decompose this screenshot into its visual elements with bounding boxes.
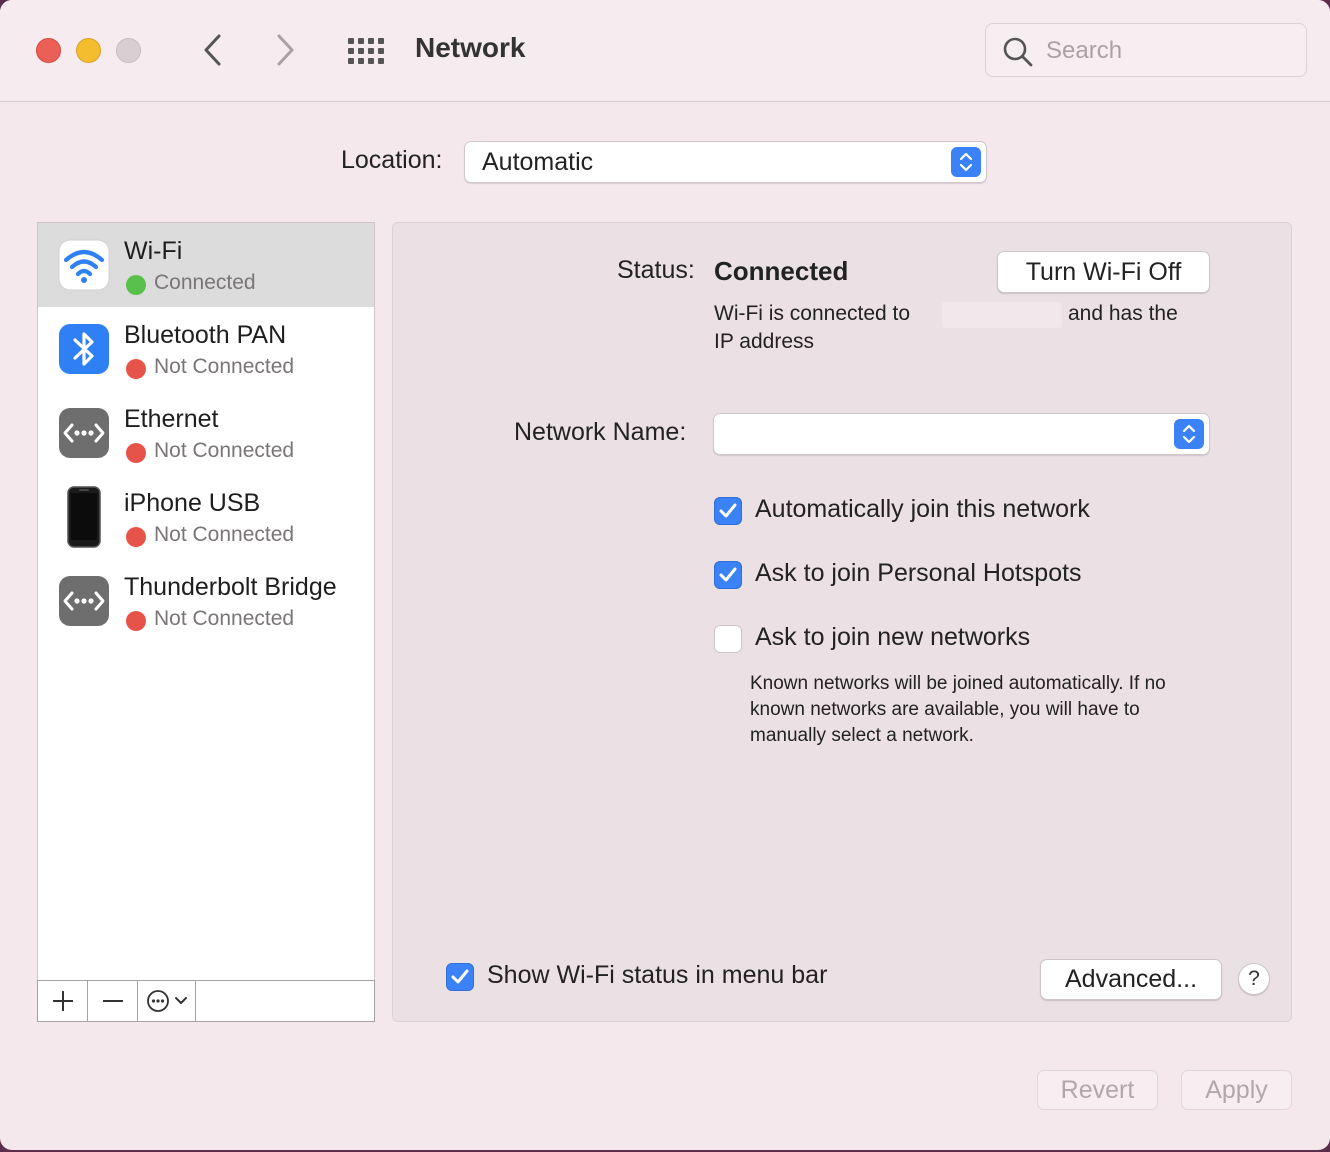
checkmark-icon — [451, 969, 469, 984]
status-indicator — [126, 611, 146, 631]
network-preferences-window: Network Location: Automatic — [0, 0, 1330, 1150]
service-item-ethernet[interactable]: Ethernet Not Connected — [38, 391, 374, 475]
services-toolbar — [37, 980, 375, 1022]
show-wifi-menubar-checkbox[interactable] — [446, 963, 474, 991]
status-desc-part3: IP address — [714, 330, 815, 353]
known-networks-help-text: Known networks will be joined automatica… — [750, 673, 1166, 746]
location-select[interactable]: Automatic — [464, 141, 987, 183]
status-desc-part2: and has the — [1068, 302, 1178, 325]
close-window-button[interactable] — [36, 38, 61, 63]
network-name-stepper[interactable] — [1174, 419, 1204, 449]
service-name: Thunderbolt Bridge — [124, 573, 337, 601]
ethernet-icon — [58, 407, 110, 459]
bluetooth-icon — [58, 323, 110, 375]
checkmark-icon — [719, 503, 737, 518]
help-button[interactable]: ? — [1238, 963, 1270, 995]
window-title: Network — [415, 32, 526, 63]
wifi-icon — [58, 239, 110, 291]
thunderbolt-bridge-icon — [58, 575, 110, 627]
checkmark-icon — [719, 567, 737, 582]
back-button[interactable] — [192, 30, 232, 70]
zoom-window-button[interactable] — [116, 38, 141, 63]
service-status: Not Connected — [154, 523, 295, 546]
service-status: Not Connected — [154, 439, 295, 462]
minus-icon — [102, 1000, 123, 1002]
new-networks-label: Ask to join new networks — [755, 623, 1031, 651]
search-field[interactable] — [985, 23, 1307, 77]
search-input[interactable] — [1046, 36, 1286, 66]
location-value: Automatic — [482, 148, 594, 176]
status-indicator — [126, 275, 146, 295]
hotspot-label: Ask to join Personal Hotspots — [755, 559, 1082, 587]
status-indicator — [126, 359, 146, 379]
service-name: Ethernet — [124, 405, 219, 433]
location-label: Location: — [341, 146, 443, 174]
chevron-down-icon — [174, 997, 187, 1004]
forward-button[interactable] — [266, 30, 306, 70]
search-icon — [1003, 37, 1033, 67]
network-name-label: Network Name: — [514, 418, 687, 446]
chevron-left-icon — [204, 34, 221, 66]
service-status: Not Connected — [154, 355, 295, 378]
status-indicator — [126, 527, 146, 547]
new-networks-checkbox[interactable] — [714, 625, 742, 653]
service-status: Not Connected — [154, 607, 295, 630]
hotspot-checkbox[interactable] — [714, 561, 742, 589]
up-down-chevron-icon — [1182, 424, 1196, 444]
apply-button[interactable]: Apply — [1181, 1070, 1292, 1110]
service-name: Wi-Fi — [124, 237, 183, 265]
revert-button[interactable]: Revert — [1037, 1070, 1158, 1110]
up-down-chevron-icon — [959, 152, 973, 172]
chevron-right-icon — [277, 34, 294, 66]
ellipsis-circle-icon — [146, 990, 169, 1012]
add-service-button[interactable] — [38, 981, 88, 1021]
status-label: Status: — [617, 256, 695, 284]
wifi-detail-pane — [392, 222, 1292, 1022]
show-all-preferences-button[interactable] — [346, 32, 386, 72]
location-stepper[interactable] — [951, 147, 981, 177]
service-item-thunderbolt-bridge[interactable]: Thunderbolt Bridge Not Connected — [38, 559, 374, 643]
auto-join-label: Automatically join this network — [755, 495, 1090, 523]
service-name: Bluetooth PAN — [124, 321, 287, 349]
service-item-bluetooth-pan[interactable]: Bluetooth PAN Not Connected — [38, 307, 374, 391]
advanced-button[interactable]: Advanced... — [1040, 959, 1222, 1000]
service-status: Connected — [154, 271, 256, 294]
show-wifi-menubar-label: Show Wi-Fi status in menu bar — [487, 961, 828, 989]
service-actions-menu-button[interactable] — [138, 981, 196, 1021]
minimize-window-button[interactable] — [76, 38, 101, 63]
status-desc-part1: Wi-Fi is connected to — [714, 302, 911, 325]
title-bar: Network — [0, 0, 1330, 102]
iphone-icon — [58, 486, 110, 548]
turn-wifi-off-button[interactable]: Turn Wi-Fi Off — [997, 251, 1210, 293]
network-name-select[interactable] — [713, 413, 1210, 455]
service-name: iPhone USB — [124, 489, 261, 517]
status-value: Connected — [714, 256, 849, 286]
auto-join-checkbox[interactable] — [714, 497, 742, 525]
network-services-list: Wi-Fi Connected Bluetooth PAN Not Connec… — [37, 222, 375, 1022]
redacted-network-name — [942, 302, 1062, 328]
status-indicator — [126, 443, 146, 463]
remove-service-button[interactable] — [88, 981, 138, 1021]
service-item-wifi[interactable]: Wi-Fi Connected — [38, 223, 374, 307]
service-item-iphone-usb[interactable]: iPhone USB Not Connected — [38, 475, 374, 559]
plus-icon — [52, 991, 73, 1011]
